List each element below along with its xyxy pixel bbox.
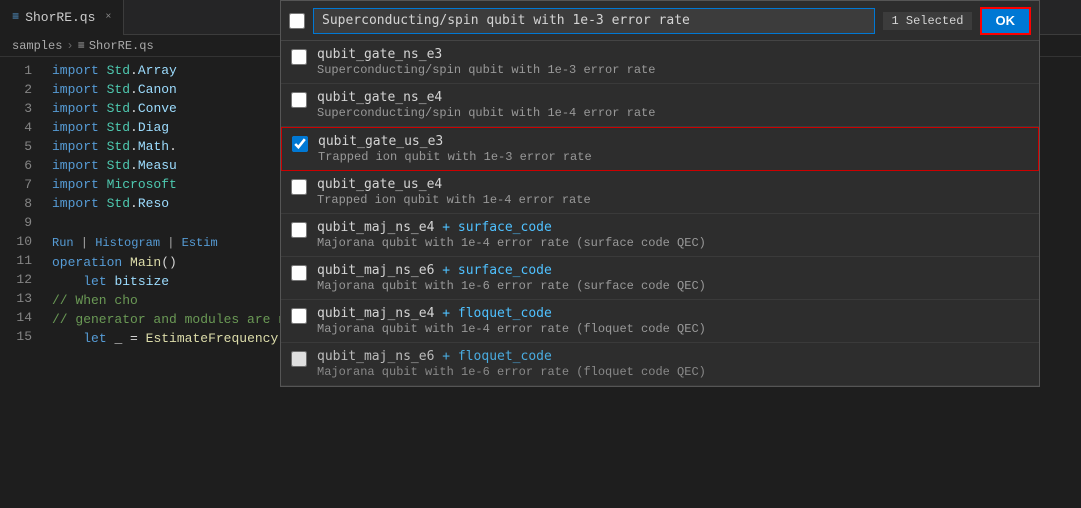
item-title: qubit_gate_ns_e3 bbox=[317, 47, 655, 62]
header-checkbox[interactable] bbox=[289, 13, 305, 29]
list-item[interactable]: qubit_gate_ns_e4 Superconducting/spin qu… bbox=[281, 84, 1039, 127]
item-checkbox[interactable] bbox=[291, 179, 307, 195]
item-text: qubit_gate_us_e3 Trapped ion qubit with … bbox=[318, 134, 592, 164]
editor-tab[interactable]: ≡ ShorRE.qs × bbox=[0, 0, 124, 35]
breadcrumb-part1: samples bbox=[12, 39, 62, 53]
item-checkbox[interactable] bbox=[291, 265, 307, 281]
list-item[interactable]: qubit_maj_ns_e6 + floquet_code Majorana … bbox=[281, 343, 1039, 386]
item-text: qubit_gate_ns_e3 Superconducting/spin qu… bbox=[317, 47, 655, 77]
line-numbers: 1 2 3 4 5 6 7 8 9 10 11 12 13 14 15 bbox=[0, 57, 40, 508]
item-checkbox[interactable] bbox=[291, 308, 307, 324]
item-text: qubit_maj_ns_e6 + surface_code Majorana … bbox=[317, 263, 706, 293]
breadcrumb-sep: › bbox=[66, 39, 73, 53]
list-item-selected[interactable]: qubit_gate_us_e3 Trapped ion qubit with … bbox=[281, 127, 1039, 171]
item-desc: Majorana qubit with 1e-6 error rate (sur… bbox=[317, 279, 706, 293]
breadcrumb-part2: ShorRE.qs bbox=[89, 39, 154, 53]
file-icon: ≡ bbox=[12, 10, 19, 24]
item-checkbox[interactable] bbox=[292, 136, 308, 152]
list-item[interactable]: qubit_gate_ns_e3 Superconducting/spin qu… bbox=[281, 41, 1039, 84]
dropdown-header: 1 Selected OK bbox=[281, 1, 1039, 41]
item-text: qubit_gate_us_e4 Trapped ion qubit with … bbox=[317, 177, 591, 207]
item-title: qubit_maj_ns_e6 + floquet_code bbox=[317, 349, 706, 364]
search-input[interactable] bbox=[313, 8, 875, 34]
item-desc: Majorana qubit with 1e-4 error rate (sur… bbox=[317, 236, 706, 250]
list-item[interactable]: qubit_maj_ns_e4 + floquet_code Majorana … bbox=[281, 300, 1039, 343]
tab-label: ShorRE.qs bbox=[25, 10, 95, 25]
item-desc: Trapped ion qubit with 1e-3 error rate bbox=[318, 150, 592, 164]
item-desc: Majorana qubit with 1e-6 error rate (flo… bbox=[317, 365, 706, 379]
item-text: qubit_gate_ns_e4 Superconducting/spin qu… bbox=[317, 90, 655, 120]
item-text: qubit_maj_ns_e6 + floquet_code Majorana … bbox=[317, 349, 706, 379]
ok-button[interactable]: OK bbox=[980, 7, 1032, 35]
item-title: qubit_maj_ns_e4 + surface_code bbox=[317, 220, 706, 235]
item-checkbox[interactable] bbox=[291, 92, 307, 108]
item-checkbox[interactable] bbox=[291, 351, 307, 367]
item-checkbox[interactable] bbox=[291, 222, 307, 238]
item-title: qubit_gate_us_e4 bbox=[317, 177, 591, 192]
item-desc: Majorana qubit with 1e-4 error rate (flo… bbox=[317, 322, 706, 336]
breadcrumb-icon: ≡ bbox=[78, 39, 85, 53]
dropdown-list[interactable]: qubit_gate_ns_e3 Superconducting/spin qu… bbox=[281, 41, 1039, 386]
item-title: qubit_gate_us_e3 bbox=[318, 134, 592, 149]
item-title: qubit_maj_ns_e4 + floquet_code bbox=[317, 306, 706, 321]
tab-close-button[interactable]: × bbox=[105, 12, 111, 23]
item-text: qubit_maj_ns_e4 + floquet_code Majorana … bbox=[317, 306, 706, 336]
item-title: qubit_maj_ns_e6 + surface_code bbox=[317, 263, 706, 278]
selected-badge: 1 Selected bbox=[883, 12, 971, 30]
dropdown-overlay: 1 Selected OK qubit_gate_ns_e3 Supercond… bbox=[280, 0, 1040, 387]
item-checkbox[interactable] bbox=[291, 49, 307, 65]
item-desc: Trapped ion qubit with 1e-4 error rate bbox=[317, 193, 591, 207]
item-desc: Superconducting/spin qubit with 1e-3 err… bbox=[317, 63, 655, 77]
item-desc: Superconducting/spin qubit with 1e-4 err… bbox=[317, 106, 655, 120]
item-title: qubit_gate_ns_e4 bbox=[317, 90, 655, 105]
list-item[interactable]: qubit_gate_us_e4 Trapped ion qubit with … bbox=[281, 171, 1039, 214]
list-item[interactable]: qubit_maj_ns_e4 + surface_code Majorana … bbox=[281, 214, 1039, 257]
list-item[interactable]: qubit_maj_ns_e6 + surface_code Majorana … bbox=[281, 257, 1039, 300]
item-text: qubit_maj_ns_e4 + surface_code Majorana … bbox=[317, 220, 706, 250]
